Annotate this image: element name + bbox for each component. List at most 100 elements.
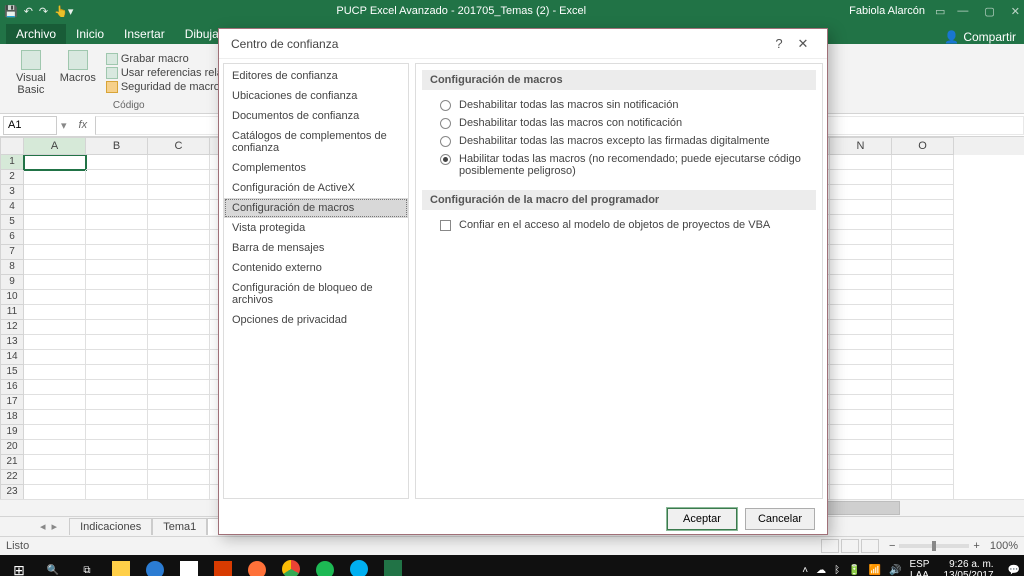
tb-chrome-icon[interactable] bbox=[274, 555, 308, 576]
nav-item[interactable]: Configuración de macros bbox=[224, 198, 408, 218]
cell[interactable] bbox=[24, 380, 86, 395]
cell[interactable] bbox=[892, 470, 954, 485]
row-header[interactable]: 11 bbox=[0, 305, 24, 320]
taskview-icon[interactable]: ⧉ bbox=[70, 555, 104, 576]
row-header[interactable]: 19 bbox=[0, 425, 24, 440]
scrollbar-thumb[interactable] bbox=[820, 501, 900, 515]
dialog-close-icon[interactable]: ✕ bbox=[791, 36, 815, 52]
view-pagebreak-icon[interactable] bbox=[861, 539, 879, 553]
start-button[interactable]: ⊞ bbox=[2, 555, 36, 576]
cell[interactable] bbox=[148, 410, 210, 425]
nav-item[interactable]: Configuración de bloqueo de archivos bbox=[224, 278, 408, 310]
cell[interactable] bbox=[892, 395, 954, 410]
cell[interactable] bbox=[86, 170, 148, 185]
row-header[interactable]: 5 bbox=[0, 215, 24, 230]
zoom-level[interactable]: 100% bbox=[990, 540, 1018, 552]
tb-spotify-icon[interactable] bbox=[308, 555, 342, 576]
sheet-prev-icon[interactable]: ◂ bbox=[40, 520, 46, 533]
cell[interactable] bbox=[148, 470, 210, 485]
row-header[interactable]: 1 bbox=[0, 155, 24, 170]
row-header[interactable]: 17 bbox=[0, 395, 24, 410]
cell[interactable] bbox=[86, 305, 148, 320]
tb-excel-icon[interactable] bbox=[376, 555, 410, 576]
cell[interactable] bbox=[86, 260, 148, 275]
tray-battery-icon[interactable]: 🔋 bbox=[848, 565, 860, 576]
visual-basic-button[interactable]: Visual Basic bbox=[12, 48, 50, 98]
cell[interactable] bbox=[24, 425, 86, 440]
cell[interactable] bbox=[892, 230, 954, 245]
tray-clock[interactable]: 9:26 a. m.13/05/2017 bbox=[937, 559, 999, 576]
row-header[interactable]: 16 bbox=[0, 380, 24, 395]
sheet-next-icon[interactable]: ▸ bbox=[52, 520, 58, 533]
tray-wifi-icon[interactable]: 📶 bbox=[869, 565, 881, 576]
tb-app1-icon[interactable] bbox=[206, 555, 240, 576]
cell[interactable] bbox=[148, 395, 210, 410]
nav-item[interactable]: Ubicaciones de confianza bbox=[224, 86, 408, 106]
cell[interactable] bbox=[892, 410, 954, 425]
cell[interactable] bbox=[24, 245, 86, 260]
cell[interactable] bbox=[892, 350, 954, 365]
nav-item[interactable]: Editores de confianza bbox=[224, 66, 408, 86]
col-header[interactable]: N bbox=[830, 137, 892, 155]
cell[interactable] bbox=[24, 470, 86, 485]
cell[interactable] bbox=[830, 170, 892, 185]
cell[interactable] bbox=[86, 200, 148, 215]
save-icon[interactable]: 💾 bbox=[4, 5, 18, 18]
cell[interactable] bbox=[148, 455, 210, 470]
cell[interactable] bbox=[892, 200, 954, 215]
cell[interactable] bbox=[892, 155, 954, 170]
cell[interactable] bbox=[830, 305, 892, 320]
cell[interactable] bbox=[86, 425, 148, 440]
cell[interactable] bbox=[830, 485, 892, 499]
row-header[interactable]: 21 bbox=[0, 455, 24, 470]
redo-icon[interactable]: ↷ bbox=[39, 5, 48, 18]
undo-icon[interactable]: ↶ bbox=[24, 5, 33, 18]
ribbon-display-icon[interactable]: ▭ bbox=[935, 5, 945, 18]
cell[interactable] bbox=[830, 440, 892, 455]
cell[interactable] bbox=[148, 155, 210, 170]
cell[interactable] bbox=[148, 425, 210, 440]
cell[interactable] bbox=[892, 320, 954, 335]
row-header[interactable]: 23 bbox=[0, 485, 24, 499]
select-all-corner[interactable] bbox=[0, 137, 24, 155]
cell[interactable] bbox=[892, 260, 954, 275]
cell[interactable] bbox=[86, 485, 148, 499]
row-header[interactable]: 9 bbox=[0, 275, 24, 290]
cell[interactable] bbox=[148, 200, 210, 215]
share-button[interactable]: 👤 Compartir bbox=[944, 30, 1016, 44]
cell[interactable] bbox=[148, 275, 210, 290]
cell[interactable] bbox=[892, 365, 954, 380]
cancel-button[interactable]: Cancelar bbox=[745, 508, 815, 530]
row-header[interactable]: 8 bbox=[0, 260, 24, 275]
cell[interactable] bbox=[148, 320, 210, 335]
tb-skype-icon[interactable] bbox=[342, 555, 376, 576]
cell[interactable] bbox=[24, 185, 86, 200]
cell[interactable] bbox=[830, 290, 892, 305]
col-header[interactable]: B bbox=[86, 137, 148, 155]
namebox-dropdown-icon[interactable]: ▾ bbox=[57, 119, 71, 132]
cell[interactable] bbox=[86, 470, 148, 485]
cell[interactable] bbox=[892, 485, 954, 499]
cell[interactable] bbox=[892, 425, 954, 440]
row-header[interactable]: 20 bbox=[0, 440, 24, 455]
zoom-out-icon[interactable]: − bbox=[889, 540, 895, 552]
checkbox-trust-vba[interactable]: Confiar en el acceso al modelo de objeto… bbox=[422, 216, 816, 234]
view-normal-icon[interactable] bbox=[821, 539, 839, 553]
cell[interactable] bbox=[830, 200, 892, 215]
cell[interactable] bbox=[830, 245, 892, 260]
fx-icon[interactable]: fx bbox=[71, 119, 96, 131]
nav-item[interactable]: Configuración de ActiveX bbox=[224, 178, 408, 198]
cell[interactable] bbox=[86, 215, 148, 230]
cell[interactable] bbox=[830, 230, 892, 245]
cell[interactable] bbox=[86, 395, 148, 410]
user-name[interactable]: Fabiola Alarcón bbox=[849, 5, 925, 17]
minimize-icon[interactable]: — bbox=[957, 5, 968, 18]
cell[interactable] bbox=[148, 290, 210, 305]
cell[interactable] bbox=[148, 350, 210, 365]
row-header[interactable]: 18 bbox=[0, 410, 24, 425]
row-header[interactable]: 2 bbox=[0, 170, 24, 185]
macros-button[interactable]: Macros bbox=[56, 48, 100, 98]
cell[interactable] bbox=[892, 185, 954, 200]
row-header[interactable]: 10 bbox=[0, 290, 24, 305]
cell[interactable] bbox=[24, 305, 86, 320]
